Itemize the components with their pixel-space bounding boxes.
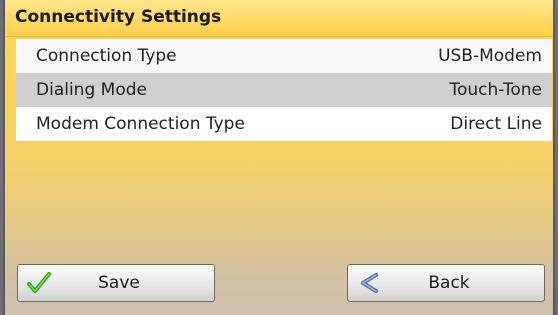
setting-value: USB-Modem — [438, 46, 542, 66]
checkmark-icon — [24, 268, 54, 298]
setting-label: Modem Connection Type — [36, 114, 245, 134]
setting-row-modem-connection-type[interactable]: Modem Connection Type Direct Line — [16, 107, 552, 141]
setting-row-connection-type[interactable]: Connection Type USB-Modem — [16, 39, 552, 73]
setting-value: Direct Line — [450, 114, 542, 134]
setting-row-dialing-mode[interactable]: Dialing Mode Touch-Tone — [16, 73, 552, 107]
setting-label: Connection Type — [36, 46, 177, 66]
back-button[interactable]: Back — [347, 264, 545, 302]
back-arrow-icon — [354, 268, 384, 298]
save-button-label: Save — [98, 273, 140, 293]
save-button[interactable]: Save — [17, 264, 215, 302]
setting-label: Dialing Mode — [36, 80, 147, 100]
setting-value: Touch-Tone — [449, 80, 543, 100]
settings-list: Connection Type USB-Modem Dialing Mode T… — [16, 39, 552, 141]
back-button-label: Back — [428, 273, 470, 293]
page-title: Connectivity Settings — [15, 7, 222, 27]
title-bar: Connectivity Settings — [5, 0, 553, 37]
connectivity-settings-screen: Connectivity Settings Connection Type US… — [3, 0, 555, 315]
